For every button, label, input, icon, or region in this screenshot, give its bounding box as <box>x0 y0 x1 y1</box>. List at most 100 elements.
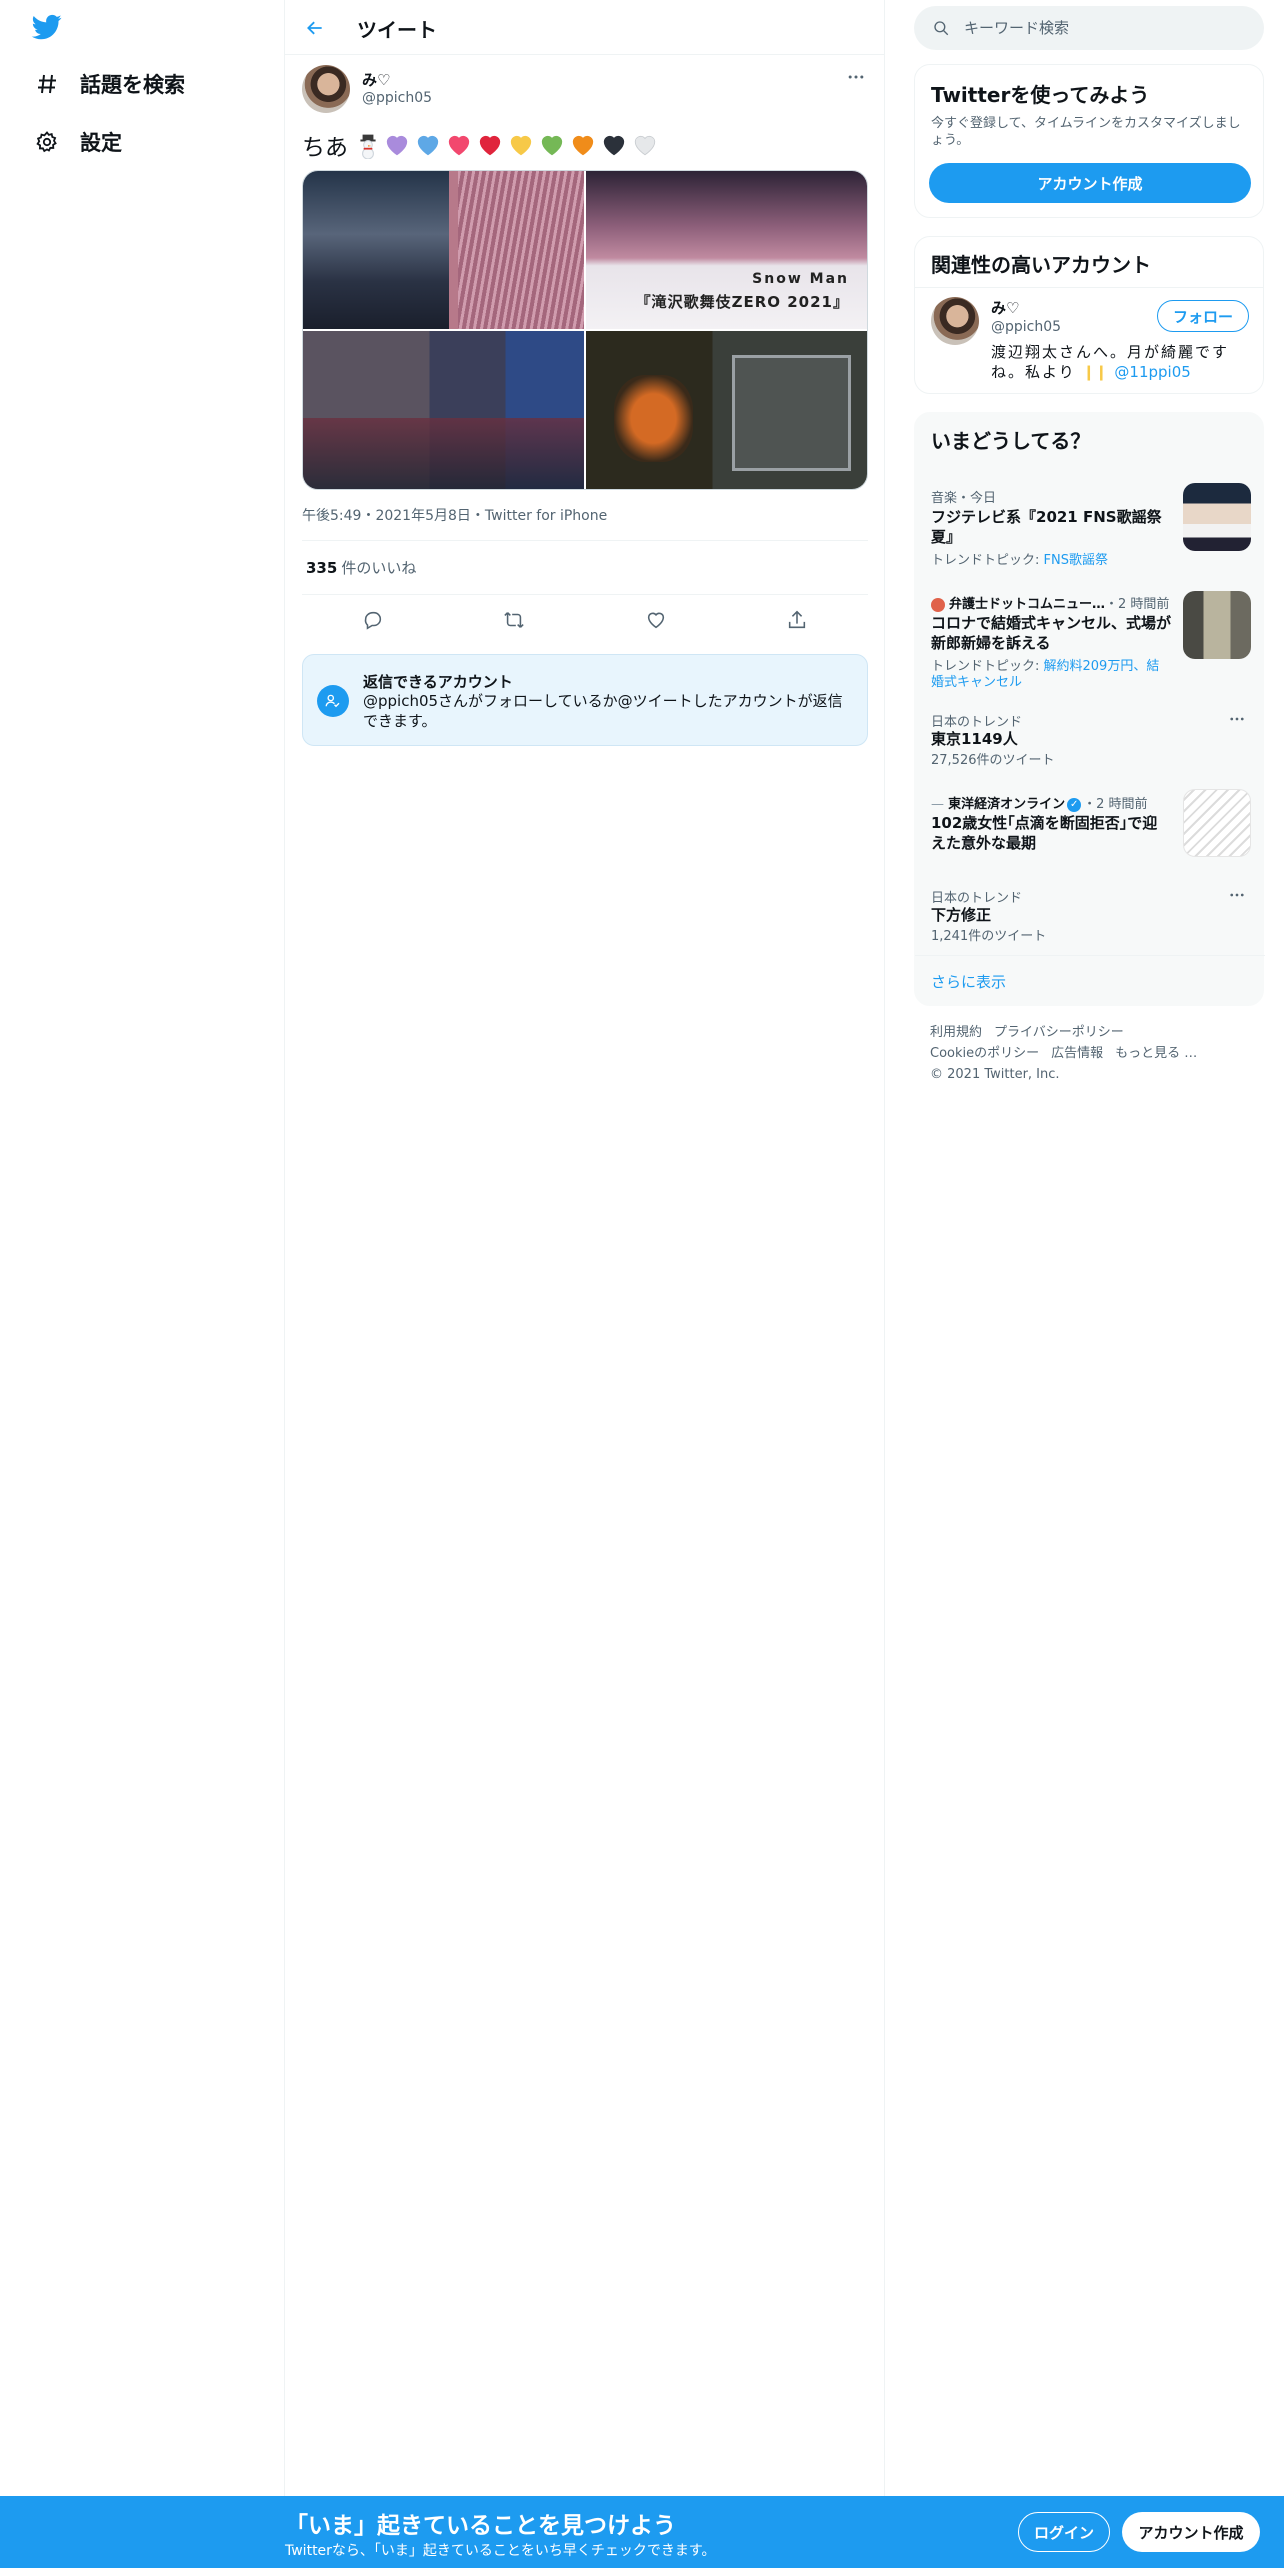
related-bio-mention[interactable]: @11ppi05 <box>1114 363 1190 381</box>
trend-time: ・2 時間前 <box>1105 597 1170 612</box>
heart-emoji-icon <box>508 132 534 158</box>
banner-subtitle: Twitterなら、「いま」起きていることをいち早くチェックできます。 <box>285 2543 716 2559</box>
related-name[interactable]: み♡ <box>991 297 1019 318</box>
privacy-link[interactable]: プライバシーポリシー <box>994 1025 1124 1040</box>
verified-badge-icon: ✓ <box>1067 797 1082 812</box>
banner-title: 「いま」起きていることを見つけよう <box>285 2513 676 2539</box>
author-handle[interactable]: @ppich05 <box>362 90 432 106</box>
trend-title: 東京1149人 <box>931 730 1018 748</box>
share-button[interactable] <box>779 602 815 638</box>
trends-title: いまどうしてる？ <box>931 429 1091 453</box>
tweet-date[interactable]: 2021年5月8日 <box>375 508 470 524</box>
heart-emoji-icon <box>415 132 441 158</box>
related-bio-text: 渡辺翔太さんへ。月が綺麗ですね。私より <box>991 343 1230 381</box>
show-more-link[interactable]: さらに表示 <box>931 971 1006 992</box>
user-check-icon <box>317 685 349 717</box>
terms-link[interactable]: 利用規約 <box>930 1025 982 1040</box>
tweet-photo-1[interactable] <box>303 171 584 329</box>
tweet-photo-4[interactable] <box>586 331 867 489</box>
ads-link[interactable]: 広告情報 <box>1051 1046 1103 1061</box>
heart-emoji-icon <box>446 132 472 158</box>
likes-row[interactable]: 335 件のいいね <box>302 540 868 595</box>
photo-caption: Snow Man 『滝沢歌舞伎ZERO 2021』 <box>636 271 849 312</box>
more-dots-icon <box>1230 893 1244 897</box>
trend-item[interactable]: 日本のトレンド 下方修正 1,241件のツイート <box>915 877 1265 953</box>
page-header: ツイート <box>285 0 885 55</box>
search-input[interactable] <box>964 19 1244 37</box>
trend-subtitle: 27,526件のツイート <box>931 753 1055 768</box>
trend-more-button[interactable] <box>1225 709 1249 729</box>
trend-title: コロナで結婚式キャンセル、式場が新郎新婦を訴える <box>931 614 1172 652</box>
news-source-icon: — <box>931 797 949 812</box>
main-column: ツイート み♡ @ppich05 ちあ Snow Man 『滝沢歌舞伎ZERO … <box>285 0 885 2496</box>
trend-context: 音楽・今日 <box>931 491 997 506</box>
back-button[interactable] <box>301 14 329 42</box>
nav-settings[interactable]: 設定 <box>34 118 122 166</box>
tweet-media-grid[interactable]: Snow Man 『滝沢歌舞伎ZERO 2021』 <box>302 170 868 490</box>
retweet-button[interactable] <box>496 602 532 638</box>
tweet-photo-3[interactable] <box>303 331 584 489</box>
heart-emoji-row <box>379 132 658 158</box>
trend-source: 弁護士ドットコムニュー… <box>949 597 1106 612</box>
avatar[interactable] <box>302 65 350 113</box>
reply-icon <box>364 611 381 630</box>
like-button[interactable] <box>638 602 674 638</box>
trend-subtitle: トレンドトピック: 解約料209万円、結婚式キャンセル <box>931 659 1161 691</box>
signup-button[interactable]: アカウント作成 <box>929 163 1251 203</box>
nav-settings-label: 設定 <box>80 131 122 155</box>
trend-item[interactable]: 日本のトレンド 東京1149人 27,526件のツイート <box>915 701 1265 777</box>
login-button[interactable]: ログイン <box>1018 2512 1110 2552</box>
follow-button[interactable]: フォロー <box>1157 300 1249 332</box>
trend-more-button[interactable] <box>1225 885 1249 905</box>
trend-subtitle: トレンドトピック: FNS歌謡祭 <box>931 553 1161 569</box>
reply-restriction-box: 返信できるアカウント @ppich05さんがフォローしているか@ツイートしたアカ… <box>302 654 868 746</box>
tweet-text-body: ちあ <box>302 135 348 161</box>
trend-context: 弁護士ドットコムニュー…・2 時間前 <box>931 593 1169 612</box>
cookie-link[interactable]: Cookieのポリシー <box>930 1046 1039 1061</box>
more-dots-icon <box>848 75 864 79</box>
reply-restriction-title: 返信できるアカウント <box>363 673 513 691</box>
heart-emoji-icon <box>601 132 627 158</box>
left-nav: 話題を検索 設定 <box>0 0 285 2496</box>
page-title: ツイート <box>357 18 437 42</box>
search-bar[interactable] <box>914 6 1264 50</box>
more-options-button[interactable] <box>844 65 868 89</box>
likes-count: 335 <box>306 558 338 577</box>
create-account-button[interactable]: アカウント作成 <box>1122 2512 1260 2552</box>
related-accounts-card: 関連性の高いアカウント み♡ @ppich05 フォロー 渡辺翔太さんへ。月が綺… <box>914 236 1264 394</box>
author-name[interactable]: み♡ <box>362 69 390 90</box>
more-link[interactable]: もっと見る … <box>1115 1046 1197 1061</box>
trend-context: 日本のトレンド <box>931 891 1023 906</box>
divider <box>915 955 1265 956</box>
trend-sub-link[interactable]: FNS歌謡祭 <box>1044 553 1108 568</box>
arrow-left-icon <box>307 21 322 35</box>
trend-sub-prefix: トレンドトピック: <box>931 553 1044 568</box>
snowman-emoji-icon <box>355 133 379 160</box>
tweet-source[interactable]: Twitter for iPhone <box>485 508 607 524</box>
trend-context: — 東洋経済オンライン ✓ ・2 時間前 <box>931 793 1148 812</box>
trend-context: 日本のトレンド <box>931 715 1023 730</box>
hashtag-icon <box>34 71 60 97</box>
trend-subtitle: 1,241件のツイート <box>931 929 1047 944</box>
trends-card: いまどうしてる？ 音楽・今日 フジテレビ系『2021 FNS歌謡祭 夏』 トレン… <box>914 412 1265 1006</box>
more-dots-icon <box>1230 717 1244 721</box>
twitter-logo-icon[interactable] <box>30 12 64 42</box>
trend-title: フジテレビ系『2021 FNS歌謡祭 夏』 <box>931 508 1162 546</box>
trend-sub-prefix: トレンドトピック: <box>931 659 1044 674</box>
tweet-time[interactable]: 午後5:49 <box>302 508 361 524</box>
trend-thumbnail <box>1183 789 1251 857</box>
heart-outline-icon <box>647 612 664 629</box>
trend-item[interactable]: — 東洋経済オンライン ✓ ・2 時間前 102歳女性｢点滴を断固拒否｣で迎えた意外… <box>915 783 1265 879</box>
related-avatar[interactable] <box>931 297 979 345</box>
signup-desc: 今すぐ登録して、タイムラインをカスタマイズしましょう。 <box>931 116 1241 148</box>
footer-links: 利用規約 プライバシーポリシー Cookieのポリシー 広告情報 もっと見る … © … <box>930 1022 1260 1085</box>
meta-separator: ・ <box>361 508 376 524</box>
heart-emoji-icon <box>477 132 503 158</box>
retweet-icon <box>504 612 524 628</box>
trend-item[interactable]: 弁護士ドットコムニュー…・2 時間前 コロナで結婚式キャンセル、式場が新郎新婦を… <box>915 579 1265 691</box>
trend-item[interactable]: 音楽・今日 フジテレビ系『2021 FNS歌謡祭 夏』 トレンドトピック: FN… <box>915 473 1265 575</box>
related-handle[interactable]: @ppich05 <box>991 319 1061 335</box>
reply-button[interactable] <box>355 602 391 638</box>
nav-explore[interactable]: 話題を検索 <box>34 60 185 108</box>
tweet-photo-2[interactable]: Snow Man 『滝沢歌舞伎ZERO 2021』 <box>586 171 867 329</box>
